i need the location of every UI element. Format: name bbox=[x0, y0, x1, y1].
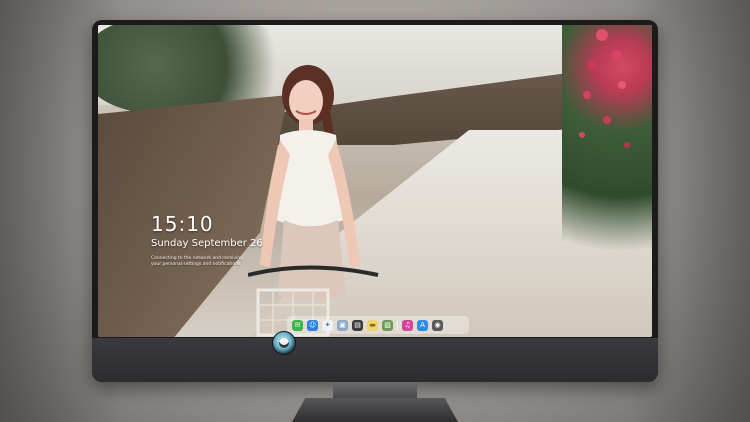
wallpaper-girl-on-bicycle bbox=[248, 65, 379, 337]
dock: ✉ ☺ ✦ ▣ ▤ ▬ ▧ ♫ A ◉ bbox=[287, 316, 469, 334]
lock-screen-note-line: your personal settings and notifications bbox=[151, 262, 241, 267]
dock-separator bbox=[397, 319, 398, 331]
photo-icon[interactable]: ▣ bbox=[337, 319, 348, 331]
monitor: 15:10 Sunday September 26 Connecting to … bbox=[92, 20, 658, 382]
music-note-icon[interactable]: ♫ bbox=[402, 319, 413, 331]
wallpaper-flower-dots bbox=[579, 29, 630, 148]
monitor-stand-base bbox=[292, 398, 458, 422]
monitor-stand-neck bbox=[333, 382, 417, 400]
lock-screen-date: Sunday September 26 bbox=[151, 238, 263, 249]
finder-face-icon[interactable]: ☺ bbox=[307, 319, 318, 331]
monitor-chin bbox=[92, 338, 658, 382]
brand-logo-icon bbox=[272, 331, 296, 355]
lock-screen-note: Connecting to the network and receiving … bbox=[151, 256, 271, 268]
desktop-screen: 15:10 Sunday September 26 Connecting to … bbox=[98, 25, 652, 337]
app-store-icon[interactable]: A bbox=[417, 319, 428, 331]
camera-icon[interactable]: ◉ bbox=[432, 319, 443, 331]
clapboard-icon[interactable]: ▤ bbox=[352, 319, 363, 331]
lock-screen-time: 15:10 bbox=[151, 212, 214, 236]
image-icon[interactable]: ▧ bbox=[382, 319, 393, 331]
compass-icon[interactable]: ✦ bbox=[322, 319, 333, 331]
note-pad-icon[interactable]: ▬ bbox=[367, 319, 378, 331]
speech-bubble-icon[interactable]: ✉ bbox=[292, 319, 303, 331]
